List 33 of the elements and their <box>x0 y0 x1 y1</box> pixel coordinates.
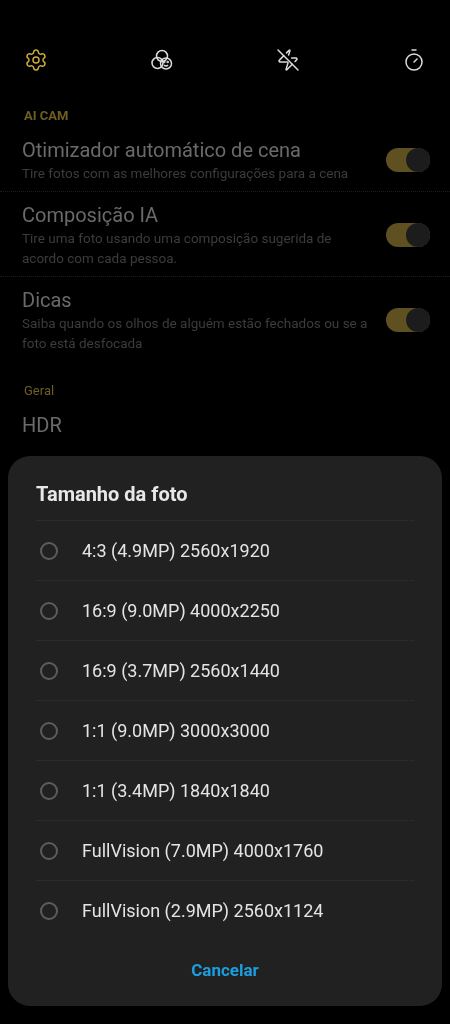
settings-icon <box>24 48 48 72</box>
radio-button[interactable] <box>40 541 58 560</box>
setting-description: Tire fotos com as melhores configurações para a cena <box>22 164 350 183</box>
radio-button[interactable] <box>40 721 58 740</box>
toggle-switch[interactable] <box>386 148 430 172</box>
radio-button[interactable] <box>40 841 58 860</box>
setting-title: Composição IA <box>22 202 160 228</box>
option-label[interactable]: FullVision (7.0MP) 4000x1760 <box>82 840 324 861</box>
option-label[interactable]: 16:9 (3.7MP) 2560x1440 <box>82 660 280 681</box>
option-label[interactable]: FullVision (2.9MP) 2560x1124 <box>82 900 324 921</box>
timer-icon <box>402 48 426 72</box>
section-header: AI CAM <box>23 108 70 123</box>
option-label[interactable]: 1:1 (9.0MP) 3000x3000 <box>82 720 270 741</box>
radio-button[interactable] <box>40 661 58 680</box>
section-header: Geral <box>23 383 56 398</box>
option-label[interactable]: 16:9 (9.0MP) 4000x2250 <box>82 600 280 621</box>
face-circles-icon <box>150 48 174 72</box>
toggle-switch[interactable] <box>386 223 430 247</box>
setting-description: Saiba quando os olhos de alguém estão fechados ou se a foto está desfocada <box>22 314 369 353</box>
setting-title: Dicas <box>22 287 73 313</box>
flash-off-icon <box>276 48 300 72</box>
toggle-switch[interactable] <box>386 308 430 332</box>
radio-button[interactable] <box>40 781 58 800</box>
radio-button[interactable] <box>40 601 58 620</box>
setting-title: HDR <box>22 412 63 438</box>
cancel-button[interactable]: Cancelar <box>183 956 267 984</box>
dialog-title: Tamanho da foto <box>36 478 414 521</box>
setting-title: Otimizador automático de cena <box>22 137 302 163</box>
radio-button[interactable] <box>40 901 58 920</box>
option-label[interactable]: 4:3 (4.9MP) 2560x1920 <box>82 540 270 561</box>
setting-description: Tire uma foto usando uma composição sugerida de acordo com cada pessoa. <box>22 229 333 268</box>
toolbar-button[interactable] <box>274 46 302 74</box>
option-label[interactable]: 1:1 (3.4MP) 1840x1840 <box>82 780 270 801</box>
